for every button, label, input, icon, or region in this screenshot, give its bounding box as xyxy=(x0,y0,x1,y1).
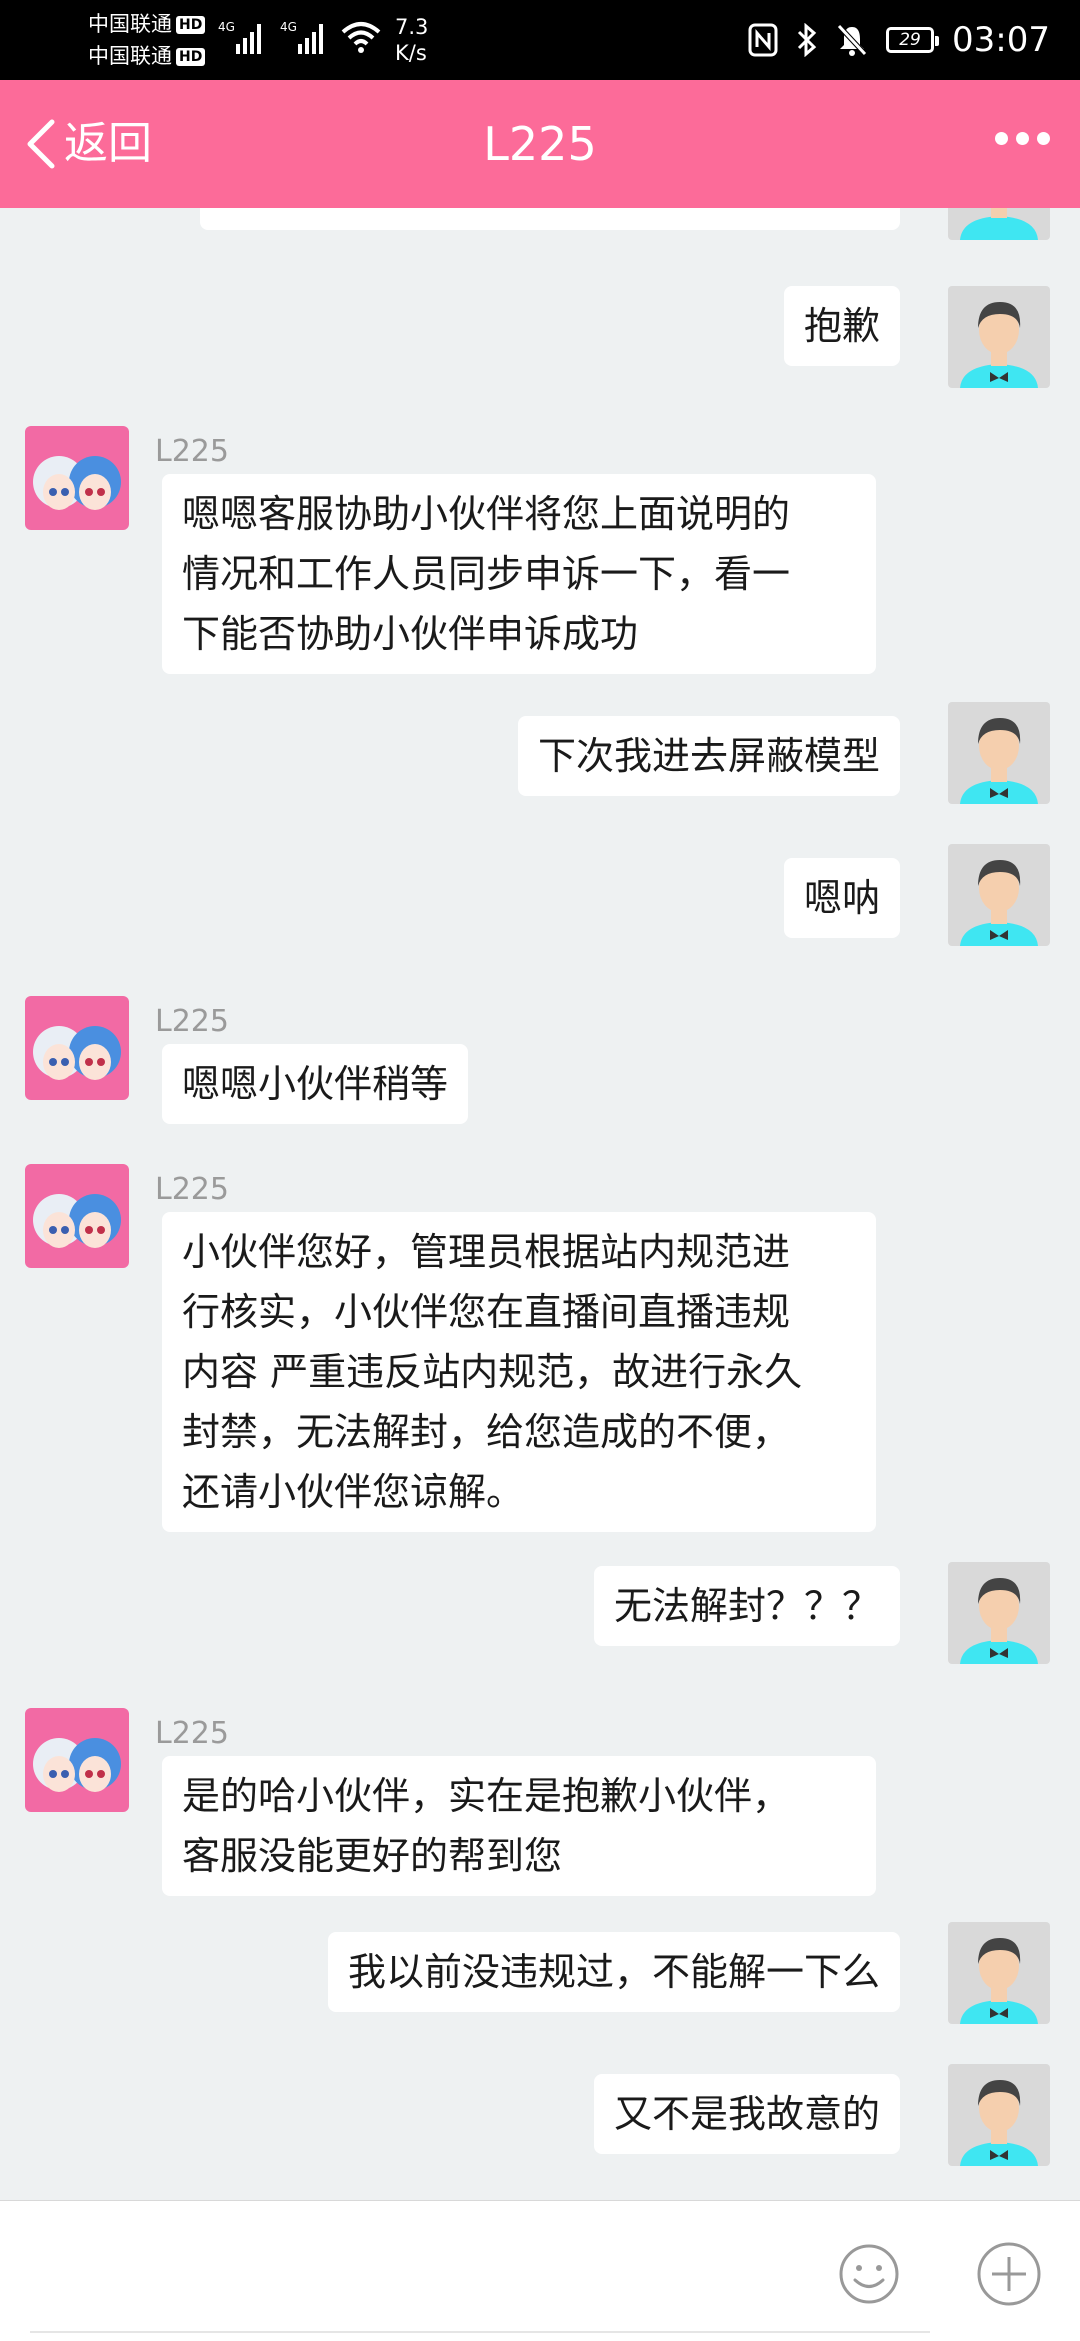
message-bubble: 无法解封？？？ xyxy=(593,1566,900,1646)
net-speed-unit: K/s xyxy=(395,41,427,65)
user-avatar-icon[interactable] xyxy=(948,2064,1050,2166)
plus-circle-icon[interactable] xyxy=(976,2241,1042,2307)
chat-messages[interactable]: 抱歉 L225 嗯嗯客服协助小伙伴将您上面说明的 情况和工作人员同步申诉一下，看… xyxy=(0,208,1080,2200)
user-avatar-icon[interactable] xyxy=(948,286,1050,388)
user-avatar-icon[interactable] xyxy=(948,1922,1050,2024)
message-bubble: 抱歉 xyxy=(783,286,900,366)
wifi-icon xyxy=(341,22,381,53)
message-bubble: 嗯嗯客服协助小伙伴将您上面说明的 情况和工作人员同步申诉一下，看一 下能否协助小… xyxy=(162,474,876,674)
hd-badge: HD xyxy=(176,16,206,34)
chat-title: L225 xyxy=(483,117,597,171)
sender-name: L225 xyxy=(155,434,229,469)
more-dots-icon[interactable] xyxy=(995,132,1050,145)
user-avatar-icon[interactable] xyxy=(948,844,1050,946)
message-bubble: 嗯嗯小伙伴稍等 xyxy=(162,1044,469,1124)
net-speed-value: 7.3 xyxy=(395,15,429,39)
bot-avatar-icon[interactable] xyxy=(25,1164,129,1268)
message-bubble: 是的哈小伙伴，实在是抱歉小伙伴， 客服没能更好的帮到您 xyxy=(162,1756,876,1896)
sender-name: L225 xyxy=(155,1716,229,1751)
message-input[interactable] xyxy=(30,2331,930,2333)
mute-bell-icon xyxy=(837,24,867,56)
bot-avatar-icon[interactable] xyxy=(25,426,129,530)
user-avatar-icon[interactable] xyxy=(948,1562,1050,1664)
network-type-2: 4G xyxy=(280,20,297,34)
chat-header: 返回 L225 xyxy=(0,80,1080,208)
user-avatar-icon[interactable] xyxy=(948,702,1050,804)
message-bubble-partial xyxy=(200,208,900,230)
carrier-2-label: 中国联通 xyxy=(88,44,172,68)
nfc-icon xyxy=(748,23,778,57)
user-avatar-icon[interactable] xyxy=(948,208,1050,240)
emoji-icon[interactable] xyxy=(838,2243,900,2305)
message-bubble: 下次我进去屏蔽模型 xyxy=(517,716,900,796)
message-bubble: 我以前没违规过，不能解一下么 xyxy=(327,1932,900,2012)
network-type-1: 4G xyxy=(218,20,235,34)
carrier-2: 中国联通 HD xyxy=(88,44,206,68)
message-bubble: 小伙伴您好，管理员根据站内规范进 行核实，小伙伴您在直播间直播违规 内容 严重违… xyxy=(162,1212,876,1532)
status-bar: 中国联通 HD 中国联通 HD 4G 4G 7.3 K/s 29 03:07 xyxy=(0,0,1080,80)
status-right: 29 03:07 xyxy=(748,16,1050,64)
signal-2-icon xyxy=(298,22,323,54)
bot-avatar-icon[interactable] xyxy=(25,996,129,1100)
signal-1-icon xyxy=(236,22,261,54)
net-speed: 7.3 K/s xyxy=(395,14,428,66)
sender-name: L225 xyxy=(155,1172,229,1207)
carrier-1-label: 中国联通 xyxy=(88,12,172,36)
battery-icon: 29 xyxy=(886,27,940,53)
hd-badge: HD xyxy=(176,48,206,66)
sender-name: L225 xyxy=(155,1004,229,1039)
input-bar xyxy=(0,2200,1080,2341)
clock: 03:07 xyxy=(952,20,1050,60)
carrier-1: 中国联通 HD xyxy=(88,12,206,36)
message-bubble: 嗯呐 xyxy=(783,858,900,938)
message-bubble: 又不是我故意的 xyxy=(593,2074,900,2154)
bluetooth-icon xyxy=(797,23,817,57)
bot-avatar-icon[interactable] xyxy=(25,1708,129,1812)
